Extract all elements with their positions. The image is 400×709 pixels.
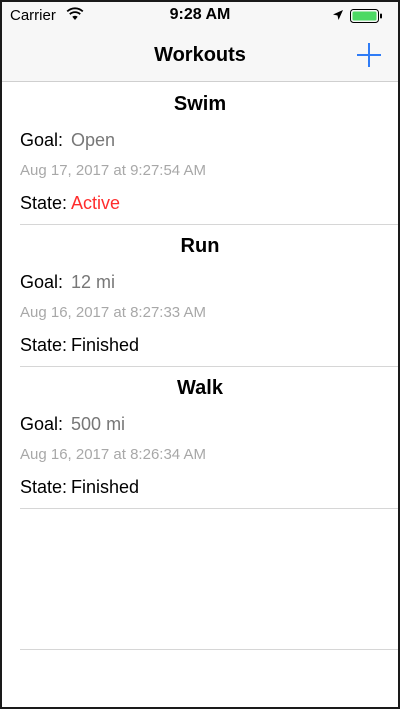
workout-date: Aug 16, 2017 at 8:27:33 AM: [20, 304, 206, 321]
workout-date: Aug 17, 2017 at 9:27:54 AM: [20, 162, 206, 179]
state-row: State: Finished: [20, 477, 139, 498]
workout-row[interactable]: Run Goal: 12 mi Aug 16, 2017 at 8:27:33 A…: [2, 225, 398, 367]
state-value: Finished: [71, 335, 140, 355]
goal-label: Goal:: [20, 130, 64, 150]
phone-screen: Carrier 9:28 AM Workouts Swim Goal: Open…: [0, 0, 400, 709]
state-value: Finished: [71, 477, 140, 497]
state-label: State:: [20, 477, 68, 497]
state-label: State:: [20, 193, 68, 213]
plus-icon: [357, 43, 381, 67]
goal-value: Open: [71, 130, 116, 150]
workout-row[interactable]: Swim Goal: Open Aug 17, 2017 at 9:27:54 A…: [2, 83, 398, 225]
workout-date: Aug 16, 2017 at 8:26:34 AM: [20, 446, 206, 463]
goal-label: Goal:: [20, 272, 64, 292]
page-title: Workouts: [154, 44, 246, 66]
battery-icon: [350, 9, 384, 28]
goal-label: Goal:: [20, 414, 64, 434]
state-value: Active: [71, 193, 121, 213]
workout-name: Walk: [177, 377, 223, 399]
status-bar: Carrier 9:28 AM: [2, 2, 398, 30]
empty-row-divider: [20, 649, 398, 650]
row-divider: [20, 508, 398, 509]
add-workout-button[interactable]: [354, 40, 384, 70]
workout-name: Run: [180, 235, 220, 257]
goal-row: Goal: 500 mi: [20, 414, 125, 435]
workout-name: Swim: [173, 93, 227, 115]
state-row: State: Finished: [20, 335, 139, 356]
goal-value: 500 mi: [71, 414, 126, 434]
workout-row[interactable]: Walk Goal: 500 mi Aug 16, 2017 at 8:26:34…: [2, 367, 398, 509]
goal-value: 12 mi: [71, 272, 116, 292]
navigation-bar: Workouts: [2, 30, 398, 82]
state-label: State:: [20, 335, 68, 355]
state-row: State: Active: [20, 193, 120, 214]
location-icon: [332, 8, 344, 26]
workout-list: Swim Goal: Open Aug 17, 2017 at 9:27:54 A…: [2, 83, 398, 509]
goal-row: Goal: 12 mi: [20, 272, 115, 293]
goal-row: Goal: Open: [20, 130, 115, 151]
